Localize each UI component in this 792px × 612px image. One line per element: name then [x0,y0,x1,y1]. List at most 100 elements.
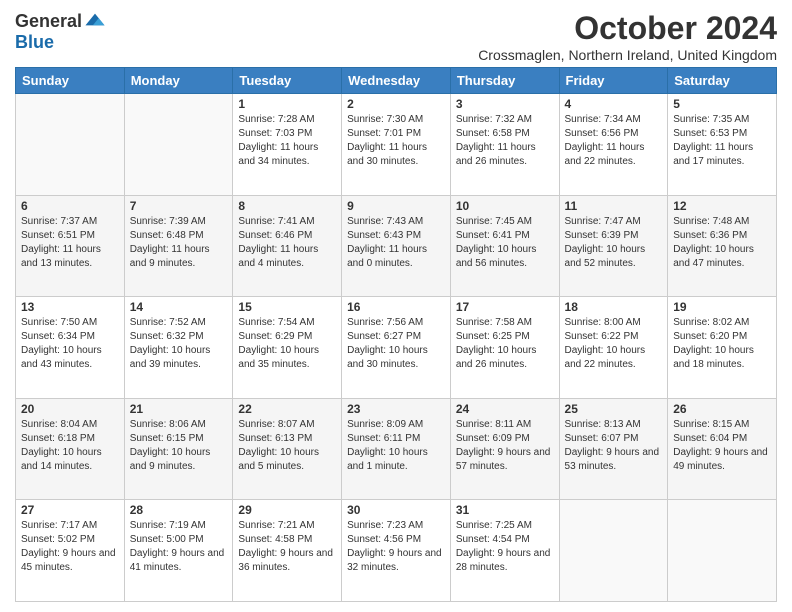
day-info: Sunrise: 7:39 AM Sunset: 6:48 PM Dayligh… [130,215,228,271]
calendar-cell: 8 Sunrise: 7:41 AM Sunset: 6:46 PM Daylig… [233,195,342,297]
day-info: Sunrise: 7:48 AM Sunset: 6:36 PM Dayligh… [673,215,771,271]
header-sunday: Sunday [16,68,125,94]
day-info: Sunrise: 7:37 AM Sunset: 6:51 PM Dayligh… [21,215,119,271]
day-info: Sunrise: 7:35 AM Sunset: 6:53 PM Dayligh… [673,113,771,169]
day-number: 25 [565,402,663,416]
calendar-cell: 5 Sunrise: 7:35 AM Sunset: 6:53 PM Daylig… [668,94,777,196]
day-number: 5 [673,97,771,111]
calendar-cell [668,500,777,602]
calendar-table: Sunday Monday Tuesday Wednesday Thursday… [15,67,777,602]
calendar-cell: 12 Sunrise: 7:48 AM Sunset: 6:36 PM Dayli… [668,195,777,297]
logo-general-text: General [15,11,82,32]
day-info: Sunrise: 7:23 AM Sunset: 4:56 PM Dayligh… [347,519,445,575]
day-info: Sunrise: 8:04 AM Sunset: 6:18 PM Dayligh… [21,418,119,474]
calendar-cell: 27 Sunrise: 7:17 AM Sunset: 5:02 PM Dayli… [16,500,125,602]
day-number: 8 [238,199,336,213]
day-info: Sunrise: 8:15 AM Sunset: 6:04 PM Dayligh… [673,418,771,474]
day-number: 7 [130,199,228,213]
header: General Blue October 2024 Crossmaglen, N… [15,10,777,63]
day-number: 12 [673,199,771,213]
day-info: Sunrise: 7:54 AM Sunset: 6:29 PM Dayligh… [238,316,336,372]
calendar-cell: 29Sunrise: 7:21 AM Sunset: 4:58 PM Dayli… [233,500,342,602]
day-number: 17 [456,300,554,314]
header-friday: Friday [559,68,668,94]
calendar-cell: 9 Sunrise: 7:43 AM Sunset: 6:43 PM Daylig… [342,195,451,297]
day-number: 14 [130,300,228,314]
day-number: 4 [565,97,663,111]
day-info: Sunrise: 8:07 AM Sunset: 6:13 PM Dayligh… [238,418,336,474]
calendar-header-row: Sunday Monday Tuesday Wednesday Thursday… [16,68,777,94]
calendar-cell: 22Sunrise: 8:07 AM Sunset: 6:13 PM Dayli… [233,398,342,500]
calendar-cell: 25 Sunrise: 8:13 AM Sunset: 6:07 PM Dayli… [559,398,668,500]
calendar-cell: 21 Sunrise: 8:06 AM Sunset: 6:15 PM Dayli… [124,398,233,500]
header-tuesday: Tuesday [233,68,342,94]
calendar-cell [124,94,233,196]
calendar-cell: 2 Sunrise: 7:30 AM Sunset: 7:01 PM Daylig… [342,94,451,196]
day-info: Sunrise: 7:32 AM Sunset: 6:58 PM Dayligh… [456,113,554,169]
calendar-cell: 10Sunrise: 7:45 AM Sunset: 6:41 PM Dayli… [450,195,559,297]
day-info: Sunrise: 7:58 AM Sunset: 6:25 PM Dayligh… [456,316,554,372]
day-number: 11 [565,199,663,213]
header-saturday: Saturday [668,68,777,94]
header-monday: Monday [124,68,233,94]
week-row-0: 1Sunrise: 7:28 AM Sunset: 7:03 PM Daylig… [16,94,777,196]
day-number: 16 [347,300,445,314]
day-number: 24 [456,402,554,416]
day-number: 29 [238,503,336,517]
day-number: 9 [347,199,445,213]
day-info: Sunrise: 8:09 AM Sunset: 6:11 PM Dayligh… [347,418,445,474]
day-info: Sunrise: 7:56 AM Sunset: 6:27 PM Dayligh… [347,316,445,372]
calendar-cell: 1Sunrise: 7:28 AM Sunset: 7:03 PM Daylig… [233,94,342,196]
day-info: Sunrise: 7:30 AM Sunset: 7:01 PM Dayligh… [347,113,445,169]
day-info: Sunrise: 7:41 AM Sunset: 6:46 PM Dayligh… [238,215,336,271]
calendar-cell [559,500,668,602]
calendar-cell: 17 Sunrise: 7:58 AM Sunset: 6:25 PM Dayli… [450,297,559,399]
week-row-2: 13 Sunrise: 7:50 AM Sunset: 6:34 PM Dayli… [16,297,777,399]
day-info: Sunrise: 7:50 AM Sunset: 6:34 PM Dayligh… [21,316,119,372]
calendar-cell: 28 Sunrise: 7:19 AM Sunset: 5:00 PM Dayli… [124,500,233,602]
header-thursday: Thursday [450,68,559,94]
day-number: 1 [238,97,336,111]
month-title: October 2024 [478,10,777,47]
calendar-cell: 4 Sunrise: 7:34 AM Sunset: 6:56 PM Daylig… [559,94,668,196]
day-number: 26 [673,402,771,416]
day-number: 13 [21,300,119,314]
day-info: Sunrise: 7:34 AM Sunset: 6:56 PM Dayligh… [565,113,663,169]
day-info: Sunrise: 7:17 AM Sunset: 5:02 PM Dayligh… [21,519,119,575]
day-info: Sunrise: 7:43 AM Sunset: 6:43 PM Dayligh… [347,215,445,271]
calendar-cell: 31Sunrise: 7:25 AM Sunset: 4:54 PM Dayli… [450,500,559,602]
calendar-cell: 13 Sunrise: 7:50 AM Sunset: 6:34 PM Dayli… [16,297,125,399]
logo: General Blue [15,10,106,53]
logo-text: General [15,10,106,32]
day-number: 3 [456,97,554,111]
day-number: 18 [565,300,663,314]
calendar-cell: 7 Sunrise: 7:39 AM Sunset: 6:48 PM Daylig… [124,195,233,297]
calendar-cell: 3 Sunrise: 7:32 AM Sunset: 6:58 PM Daylig… [450,94,559,196]
calendar-cell: 18 Sunrise: 8:00 AM Sunset: 6:22 PM Dayli… [559,297,668,399]
day-number: 20 [21,402,119,416]
day-number: 28 [130,503,228,517]
week-row-3: 20 Sunrise: 8:04 AM Sunset: 6:18 PM Dayli… [16,398,777,500]
day-info: Sunrise: 7:52 AM Sunset: 6:32 PM Dayligh… [130,316,228,372]
calendar-cell: 26 Sunrise: 8:15 AM Sunset: 6:04 PM Dayli… [668,398,777,500]
day-number: 2 [347,97,445,111]
day-info: Sunrise: 8:00 AM Sunset: 6:22 PM Dayligh… [565,316,663,372]
day-info: Sunrise: 8:13 AM Sunset: 6:07 PM Dayligh… [565,418,663,474]
page: General Blue October 2024 Crossmaglen, N… [0,0,792,612]
day-info: Sunrise: 8:02 AM Sunset: 6:20 PM Dayligh… [673,316,771,372]
day-number: 21 [130,402,228,416]
day-info: Sunrise: 7:45 AM Sunset: 6:41 PM Dayligh… [456,215,554,271]
day-info: Sunrise: 7:25 AM Sunset: 4:54 PM Dayligh… [456,519,554,575]
calendar-cell: 19Sunrise: 8:02 AM Sunset: 6:20 PM Dayli… [668,297,777,399]
calendar-cell: 24 Sunrise: 8:11 AM Sunset: 6:09 PM Dayli… [450,398,559,500]
day-info: Sunrise: 8:11 AM Sunset: 6:09 PM Dayligh… [456,418,554,474]
calendar-cell: 14 Sunrise: 7:52 AM Sunset: 6:32 PM Dayli… [124,297,233,399]
day-info: Sunrise: 8:06 AM Sunset: 6:15 PM Dayligh… [130,418,228,474]
day-info: Sunrise: 7:19 AM Sunset: 5:00 PM Dayligh… [130,519,228,575]
day-number: 30 [347,503,445,517]
day-number: 23 [347,402,445,416]
day-info: Sunrise: 7:47 AM Sunset: 6:39 PM Dayligh… [565,215,663,271]
day-number: 27 [21,503,119,517]
calendar-cell: 15Sunrise: 7:54 AM Sunset: 6:29 PM Dayli… [233,297,342,399]
calendar-cell [16,94,125,196]
